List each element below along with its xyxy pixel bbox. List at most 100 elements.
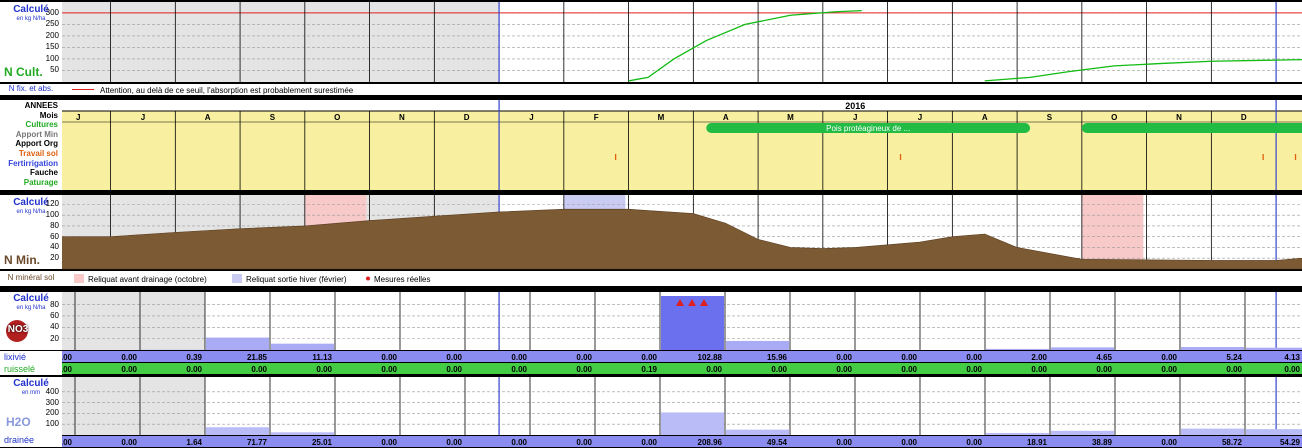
month-letter: A (982, 113, 988, 122)
bar-value-label: 0.00 (641, 438, 657, 447)
bar-value-label: 102.88 (698, 353, 723, 362)
month-letter: O (334, 113, 340, 122)
calendar-yellow-bg (62, 111, 1302, 190)
month-letter: N (399, 113, 405, 122)
legend-fevrier-swatch (232, 274, 242, 283)
nitrate-svg-grey-zone (62, 292, 205, 350)
ruissele-value-label: 0.00 (1284, 365, 1300, 374)
month-letter: J (529, 113, 533, 122)
bar-value-label: 11.13 (312, 353, 332, 362)
calendar-row-label: Paturage (23, 177, 58, 187)
bar-ruissele-row-bg (62, 363, 1302, 374)
ruissele-value-label: 0.00 (1161, 365, 1177, 374)
n-cult-tick-label: 250 (45, 19, 59, 29)
bar-value-label: 5.24 (1226, 353, 1242, 362)
ruissele-value-label: 0.00 (576, 365, 592, 374)
bar-4 (271, 432, 334, 435)
bar-value-label: 0.00 (901, 438, 917, 447)
ruissele-value-label: 0.00 (62, 365, 73, 374)
year-label: 2016 (845, 101, 865, 111)
calendar-row-label: Fauche (29, 168, 58, 178)
month-letter: F (594, 113, 599, 122)
legend-measure-dot (366, 276, 370, 281)
n-cult-chart: Attention, au delà de ce seuil, l'absorp… (62, 2, 1302, 95)
bar-value-label: 54.29 (1280, 438, 1301, 447)
ruissele-value-label: 0.00 (251, 365, 267, 374)
bar-tick-label: 300 (45, 397, 59, 407)
bar-value-label: 208.96 (698, 438, 723, 447)
month-letter: O (1111, 113, 1117, 122)
bar-tick-label: 80 (50, 299, 59, 309)
bar-value-label: 1.64 (186, 438, 202, 447)
bar-value-label: 0.00 (1161, 353, 1177, 362)
bar-4 (271, 343, 334, 350)
n-min-tick-label: 100 (45, 210, 59, 220)
month-letter: J (76, 113, 80, 122)
n-cult-tick-label: 200 (45, 30, 59, 40)
crop-calendar: 2016201720182019JJASONDJFMAMJJASONDPois … (62, 100, 1302, 190)
month-letter: D (1241, 113, 1247, 122)
n-fix-label: N fix. et abs. (8, 84, 54, 93)
legend-measure-label: Mesures réelles (374, 275, 430, 284)
n-min-tick-label: 60 (50, 231, 59, 241)
calendar-row-label: ANNEES (24, 101, 58, 110)
bar-value-label: 49.54 (767, 438, 788, 447)
n-mineral-label: N minéral sol (7, 273, 55, 282)
nitrate-rows-side: lixivié ruisselé (0, 351, 62, 375)
ruissele-value-label: 0.00 (381, 365, 397, 374)
bar-value-label: 0.00 (121, 438, 137, 447)
ruissele-value-label: 0.00 (1031, 365, 1047, 374)
n-min-tick-label: 120 (45, 199, 59, 209)
n-cult-tick-label: 100 (45, 53, 59, 63)
bar-3 (206, 337, 269, 350)
bar-value-label: 0.00 (966, 353, 982, 362)
bar-value-label: 0.00 (446, 353, 462, 362)
ruissele-value-label: 0.00 (121, 365, 137, 374)
reliquat-octobre-zone (1081, 195, 1144, 269)
crop-side-panel: ANNEES Mois Cultures Apport Min Apport Org Tr… (0, 100, 62, 190)
calendar-row-label: Apport Org (15, 139, 58, 149)
threshold-note: Attention, au delà de ce seuil, l'absorp… (100, 86, 354, 95)
bar-value-label: 0.00 (576, 438, 592, 447)
n-cult-footer-side: N fix. et abs. (0, 84, 62, 95)
ruissele-value-label: 0.00 (316, 365, 332, 374)
month-letter: N (1176, 113, 1182, 122)
bar-value-label: 0.00 (836, 438, 852, 447)
n-cult-grey-zone (62, 2, 500, 82)
bar-value-label: 0.00 (121, 353, 137, 362)
month-letter: D (464, 113, 470, 122)
calendar-row-label: Travail sol (18, 149, 58, 158)
bar-15 (986, 432, 1049, 435)
crop-bar (1081, 123, 1302, 133)
month-letter: S (270, 113, 276, 122)
bar-value-label: 18.91 (1027, 438, 1048, 447)
bar-tick-label: 40 (50, 322, 59, 332)
ruissele-value-label: 0.19 (641, 365, 657, 374)
bar-value-label: 0.00 (836, 353, 852, 362)
legend-octobre-swatch (74, 274, 84, 283)
month-letter: A (205, 113, 211, 122)
n-cult-tick-label: 300 (45, 7, 59, 17)
bar-value-label: 0.00 (446, 438, 462, 447)
bar-tick-label: 60 (50, 310, 59, 320)
bar-value-label: 0.00 (62, 353, 73, 362)
ruissele-value-label: 0.00 (771, 365, 787, 374)
calendar-row-label: Mois (39, 110, 58, 120)
water-row-side: drainée (0, 435, 62, 447)
month-letter: M (787, 113, 794, 122)
n-min-tick-label: 20 (50, 253, 59, 263)
bar-tick-label: 200 (45, 408, 59, 418)
n-cult-tick-label: 50 (50, 65, 59, 75)
bar-value-label: 0.00 (966, 438, 982, 447)
month-letter: A (723, 113, 729, 122)
bar-value-label: 0.00 (381, 353, 397, 362)
bar-tick-label: 100 (45, 419, 59, 429)
n-min-tick-label: 40 (50, 242, 59, 252)
ruissele-value-label: 0.00 (836, 365, 852, 374)
water-side-panel: Calculé en mm H2O 400 300 200 100 (0, 377, 62, 435)
bar-3 (206, 427, 269, 435)
bar-value-label: 58.72 (1222, 438, 1243, 447)
bar-tick-label: 20 (50, 333, 59, 343)
bar-value-label: 71.77 (247, 438, 268, 447)
bar-value-label: 21.85 (247, 353, 268, 362)
